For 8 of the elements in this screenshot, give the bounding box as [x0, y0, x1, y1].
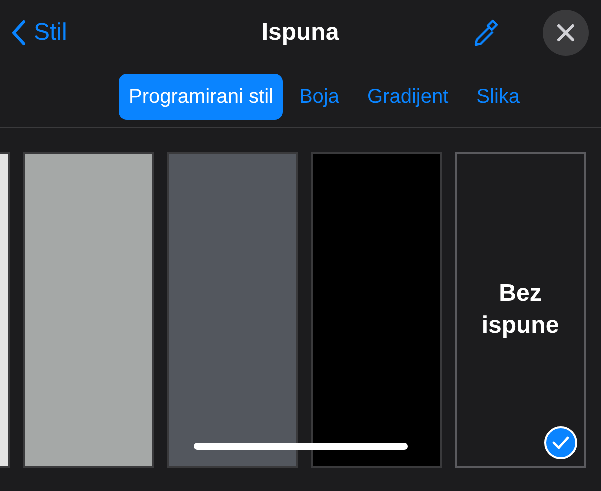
- window-title: Ispuna: [262, 18, 340, 48]
- back-button[interactable]: Stil: [12, 15, 172, 51]
- tab[interactable]: Slika: [464, 74, 532, 120]
- no-fill-swatch[interactable]: Bez ispune: [455, 152, 586, 468]
- tab[interactable]: Gradijent: [356, 74, 461, 120]
- swatch-label: Bez ispune: [480, 279, 560, 341]
- tab[interactable]: Boja: [287, 74, 352, 120]
- tab[interactable]: Programirani stil: [118, 74, 284, 120]
